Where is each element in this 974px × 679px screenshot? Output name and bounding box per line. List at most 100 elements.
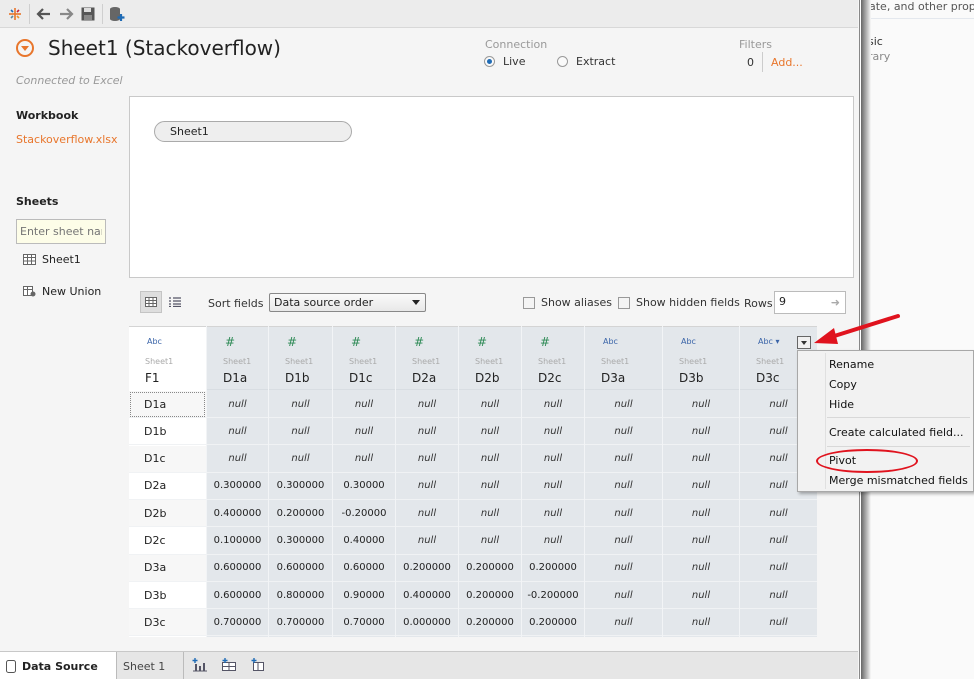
grid-cell[interactable]: null (522, 473, 584, 500)
grid-cell[interactable]: null (585, 609, 662, 637)
grid-cell[interactable]: null (663, 500, 739, 528)
connection-live-radio[interactable]: Live (484, 55, 525, 68)
grid-cell[interactable]: null (396, 500, 458, 528)
column-name[interactable]: D3b (679, 371, 704, 385)
grid-cell[interactable]: null (740, 528, 817, 555)
number-type-icon[interactable]: # (225, 335, 235, 349)
sheet-search-input[interactable] (16, 219, 106, 244)
save-icon[interactable] (77, 3, 99, 25)
forward-arrow-icon[interactable] (55, 3, 77, 25)
grid-cell[interactable]: null (585, 446, 662, 473)
grid-cell[interactable]: 0.200000 (459, 609, 521, 637)
grid-cell[interactable]: null (269, 446, 332, 473)
number-type-icon[interactable]: # (477, 335, 487, 349)
grid-cell[interactable]: null (459, 528, 521, 555)
grid-cell[interactable]: 0.700000 (269, 609, 332, 637)
rows-go-arrow-icon[interactable]: ➜ (831, 296, 840, 309)
add-filter-link[interactable]: Add... (771, 56, 803, 69)
grid-cell[interactable]: 0.400000 (207, 500, 268, 528)
grid-cell[interactable]: null (207, 391, 268, 418)
back-arrow-icon[interactable] (33, 3, 55, 25)
column-name[interactable]: D1a (223, 371, 247, 385)
grid-cell[interactable]: null (663, 528, 739, 555)
number-type-icon[interactable]: # (287, 335, 297, 349)
grid-cell[interactable]: null (269, 418, 332, 446)
connection-extract-radio[interactable]: Extract (557, 55, 615, 68)
column-header[interactable]: Abc Sheet1 F1 (129, 326, 206, 390)
grid-cell[interactable]: 0.300000 (207, 473, 268, 500)
column-header[interactable]: # Sheet1 D2c (522, 326, 584, 390)
menu-item-hide[interactable]: Hide (829, 398, 854, 411)
grid-cell[interactable]: 0.600000 (207, 555, 268, 582)
grid-cell[interactable]: null (663, 555, 739, 582)
column-name[interactable]: D1c (349, 371, 372, 385)
menu-item-rename[interactable]: Rename (829, 358, 874, 371)
new-worksheet-icon[interactable] (192, 658, 208, 672)
grid-cell[interactable]: 0.700000 (207, 609, 268, 637)
grid-cell[interactable]: null (459, 500, 521, 528)
column-name[interactable]: D2b (475, 371, 500, 385)
grid-cell[interactable]: 0.60000 (333, 555, 395, 582)
grid-cell[interactable]: 0.200000 (269, 500, 332, 528)
column-header[interactable]: # Sheet1 D1c (333, 326, 395, 390)
grid-cell[interactable]: 0.200000 (396, 555, 458, 582)
column-header[interactable]: # Sheet1 D1a (207, 326, 268, 390)
grid-cell[interactable]: null (333, 446, 395, 473)
grid-cell[interactable]: null (740, 555, 817, 582)
grid-cell[interactable]: null (585, 473, 662, 500)
grid-cell[interactable]: null (522, 446, 584, 473)
grid-cell[interactable]: null (585, 555, 662, 582)
grid-cell[interactable]: null (269, 391, 332, 418)
menu-item-merge-mismatched-fields[interactable]: Merge mismatched fields (829, 474, 968, 487)
grid-cell[interactable]: null (396, 446, 458, 473)
grid-cell[interactable]: null (663, 609, 739, 637)
sidebar-item-new-union[interactable]: New Union (23, 285, 101, 298)
column-name[interactable]: F1 (145, 371, 160, 385)
grid-cell[interactable]: null (522, 500, 584, 528)
grid-cell[interactable]: 0.200000 (459, 582, 521, 610)
grid-cell[interactable]: 0.200000 (522, 555, 584, 582)
grid-cell[interactable]: null (396, 528, 458, 555)
grid-cell[interactable]: 0.30000 (333, 473, 395, 500)
grid-cell[interactable]: 0.000000 (396, 609, 458, 637)
column-header[interactable]: Abc Sheet1 D3b (663, 326, 739, 390)
grid-cell[interactable]: 0.200000 (522, 609, 584, 637)
string-type-icon[interactable]: Abc (681, 337, 696, 346)
grid-cell[interactable]: 0.40000 (333, 528, 395, 555)
grid-cell[interactable]: null (585, 500, 662, 528)
grid-cell[interactable]: 0.100000 (207, 528, 268, 555)
column-header[interactable]: # Sheet1 D2a (396, 326, 458, 390)
column-menu-dropdown-button[interactable] (797, 336, 811, 349)
grid-cell[interactable]: null (522, 528, 584, 555)
menu-item-copy[interactable]: Copy (829, 378, 857, 391)
grid-cell[interactable]: 0.90000 (333, 582, 395, 610)
grid-cell[interactable]: 0.400000 (396, 582, 458, 610)
grid-cell[interactable]: D2c (129, 527, 206, 555)
column-name[interactable]: D3a (601, 371, 625, 385)
grid-cell[interactable]: null (663, 391, 739, 418)
show-hidden-fields-checkbox[interactable]: Show hidden fields (618, 296, 740, 309)
grid-cell[interactable]: 0.300000 (269, 473, 332, 500)
menu-item-create-calculated-field[interactable]: Create calculated field... (829, 426, 964, 439)
show-aliases-checkbox[interactable]: Show aliases (523, 296, 612, 309)
new-dashboard-icon[interactable] (221, 658, 237, 672)
data-source-title[interactable]: Sheet1 (Stackoverflow) (48, 36, 281, 60)
sort-fields-dropdown[interactable]: Data source order (269, 293, 426, 312)
grid-cell[interactable]: null (585, 528, 662, 555)
grid-cell[interactable]: 0.600000 (207, 582, 268, 610)
string-type-icon[interactable]: Abc ▾ (758, 337, 780, 346)
grid-cell[interactable]: 0.70000 (333, 609, 395, 637)
grid-cell[interactable]: null (585, 391, 662, 418)
canvas-table-sheet1[interactable]: Sheet1 (154, 121, 352, 142)
grid-cell[interactable]: null (522, 418, 584, 446)
grid-cell[interactable]: null (740, 500, 817, 528)
grid-cell[interactable]: 0.600000 (269, 555, 332, 582)
grid-cell[interactable]: null (459, 446, 521, 473)
join-canvas[interactable]: Sheet1 (129, 96, 854, 278)
grid-cell[interactable]: null (522, 391, 584, 418)
sidebar-item-sheet1[interactable]: Sheet1 (23, 253, 81, 266)
column-name[interactable]: D2c (538, 371, 561, 385)
grid-cell[interactable]: null (459, 473, 521, 500)
number-type-icon[interactable]: # (414, 335, 424, 349)
grid-cell[interactable]: null (459, 391, 521, 418)
